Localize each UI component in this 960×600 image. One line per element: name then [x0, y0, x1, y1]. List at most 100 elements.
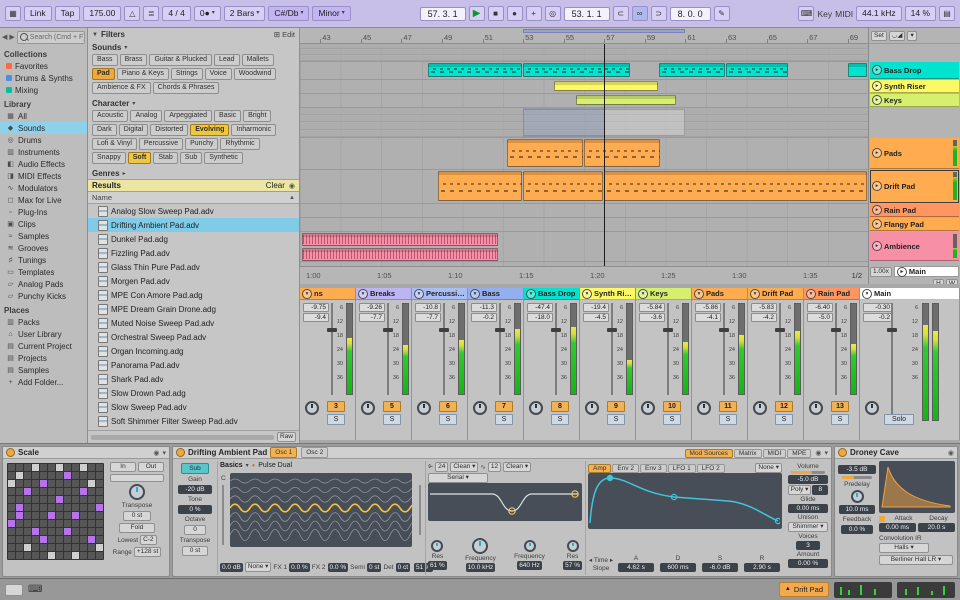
attack-field[interactable]: 4.62 s — [618, 563, 654, 572]
device-title-bar[interactable]: Scale ◉ ▾ — [3, 447, 169, 459]
scale-cell[interactable] — [88, 480, 95, 487]
unfold-track-icon[interactable]: ▸ — [872, 95, 882, 105]
loop-region-marker[interactable] — [523, 29, 686, 33]
unfold-track-icon[interactable]: ▸ — [872, 181, 882, 191]
arrangement-lanes[interactable] — [300, 44, 868, 266]
scale-cell[interactable] — [64, 504, 71, 511]
loop-start-field[interactable]: 53. 1. 1 — [563, 6, 610, 21]
clip-keys[interactable] — [575, 95, 677, 105]
overdub-button[interactable]: + — [525, 6, 542, 21]
filter-routing-menu[interactable]: Serial ▾ — [428, 473, 488, 483]
scale-cell[interactable] — [96, 520, 103, 527]
scale-cell[interactable] — [80, 512, 87, 519]
filter-tag-pad[interactable]: Pad — [92, 68, 115, 80]
sidebar-item-analog-pads[interactable]: ▱ Analog Pads — [0, 278, 87, 290]
gain-field[interactable]: -4.1 — [695, 313, 721, 322]
fold-channel-icon[interactable]: ▾ — [582, 288, 592, 299]
edit-filters-button[interactable]: ⊞ Edit — [274, 30, 295, 39]
track-activator[interactable]: 11 — [719, 401, 737, 412]
sidebar-item-packs[interactable]: ▥ Packs — [0, 316, 87, 328]
scale-cell[interactable] — [40, 480, 47, 487]
filter-tag-bright[interactable]: Bright — [243, 110, 272, 122]
sub-toggle[interactable]: Sub — [181, 463, 209, 474]
scale-cell[interactable] — [16, 512, 23, 519]
scale-cell[interactable] — [96, 472, 103, 479]
fold-channel-icon[interactable]: ▾ — [862, 288, 872, 299]
filter-tag-voice[interactable]: Voice — [204, 68, 232, 80]
channel-header[interactable]: ▾ Synth Riser — [580, 288, 635, 300]
solo-button[interactable]: S — [439, 414, 457, 425]
metronome-icon[interactable]: △ — [124, 6, 141, 21]
res2-knob[interactable] — [566, 540, 579, 552]
solo-button[interactable]: S — [775, 414, 793, 425]
forward-icon[interactable]: ▶ — [9, 33, 14, 41]
scale-cell[interactable] — [48, 472, 55, 479]
scale-cell[interactable] — [8, 504, 15, 511]
scale-cell[interactable] — [32, 536, 39, 543]
scale-cell[interactable] — [64, 520, 71, 527]
pan-knob[interactable] — [753, 401, 767, 415]
filter-tag-arpeggiated[interactable]: Arpeggiated — [164, 110, 213, 122]
hot-swap-icon[interactable]: ◉ — [815, 449, 821, 457]
gain-field[interactable]: -9.4 — [303, 313, 329, 322]
scale-cell[interactable] — [32, 544, 39, 551]
volume-fader[interactable] — [723, 303, 725, 395]
lowest-value[interactable]: C-2 — [140, 535, 157, 545]
gain-field[interactable]: -0.2 — [863, 313, 893, 322]
scale-cell[interactable] — [96, 552, 103, 559]
scale-cell[interactable] — [88, 536, 95, 543]
clip-synth-riser[interactable] — [553, 81, 659, 91]
freq2-knob[interactable] — [523, 540, 536, 552]
predelay-field[interactable]: 10.0 ms — [839, 505, 875, 514]
gain-field[interactable]: -0.2 — [471, 313, 497, 322]
device-on-toggle[interactable] — [176, 448, 185, 457]
range-value[interactable]: +128 st — [133, 547, 162, 557]
semi-field[interactable]: 0 st — [366, 562, 382, 572]
freq2-field[interactable]: 640 Hz — [517, 561, 542, 570]
scale-cell[interactable] — [56, 552, 63, 559]
scale-cell[interactable] — [16, 472, 23, 479]
feedback-field[interactable]: 0.0 % — [841, 525, 873, 534]
scale-grid[interactable] — [7, 463, 104, 560]
fold-button[interactable]: Fold — [119, 523, 155, 533]
key-map-toggle[interactable]: Key — [817, 9, 832, 19]
fold-channel-icon[interactable]: ▾ — [694, 288, 704, 299]
device-title-bar[interactable]: Droney Cave ◉ — [835, 447, 957, 459]
scale-in-button[interactable]: In — [110, 462, 136, 472]
transpose-field[interactable]: 0 st — [182, 546, 208, 556]
scale-cell[interactable] — [40, 552, 47, 559]
filter-tag-woodwind[interactable]: Woodwind — [233, 68, 277, 80]
scale-cell[interactable] — [88, 472, 95, 479]
track-activator[interactable]: 5 — [383, 401, 401, 412]
scale-cell[interactable] — [64, 472, 71, 479]
scale-cell[interactable] — [72, 480, 79, 487]
filter-tag-guitar-plucked[interactable]: Guitar & Plucked — [149, 54, 212, 66]
scale-cell[interactable] — [24, 512, 31, 519]
clip-pads[interactable] — [584, 139, 661, 167]
selected-track-chip[interactable]: ▲ Drift Pad — [778, 582, 829, 597]
track-header-pads[interactable]: ▸ Pads — [870, 138, 959, 169]
fold-channel-icon[interactable]: ▾ — [806, 288, 816, 299]
scale-cell[interactable] — [72, 472, 79, 479]
drift-tab-matrix[interactable]: Matrix — [733, 449, 762, 458]
filter-tag-dark[interactable]: Dark — [92, 124, 117, 136]
scale-cell[interactable] — [56, 544, 63, 551]
gain-field[interactable]: -7.7 — [359, 313, 385, 322]
volume-fader[interactable] — [387, 303, 389, 395]
channel-header[interactable]: ▾ Bass — [468, 288, 523, 300]
scale-cell[interactable] — [96, 544, 103, 551]
mini-device-display[interactable] — [834, 581, 892, 598]
pan-knob[interactable] — [865, 401, 879, 415]
scale-cell[interactable] — [72, 488, 79, 495]
result-row[interactable]: MPE Dream Grain Drone.adg — [88, 302, 299, 316]
scale-cell[interactable] — [40, 520, 47, 527]
det-field[interactable]: 0 ct — [395, 562, 411, 572]
time-signature-field[interactable]: 4 / 4 — [162, 6, 191, 21]
scale-cell[interactable] — [16, 528, 23, 535]
gain-field[interactable]: -4.2 — [751, 313, 777, 322]
draw-mode-button[interactable]: ✎ — [713, 6, 730, 21]
volume-fader[interactable] — [891, 303, 893, 421]
collapse-icon[interactable]: ▼ — [92, 32, 98, 38]
tab-osc-1[interactable]: Osc 1 — [270, 447, 298, 458]
scale-cell[interactable] — [40, 512, 47, 519]
